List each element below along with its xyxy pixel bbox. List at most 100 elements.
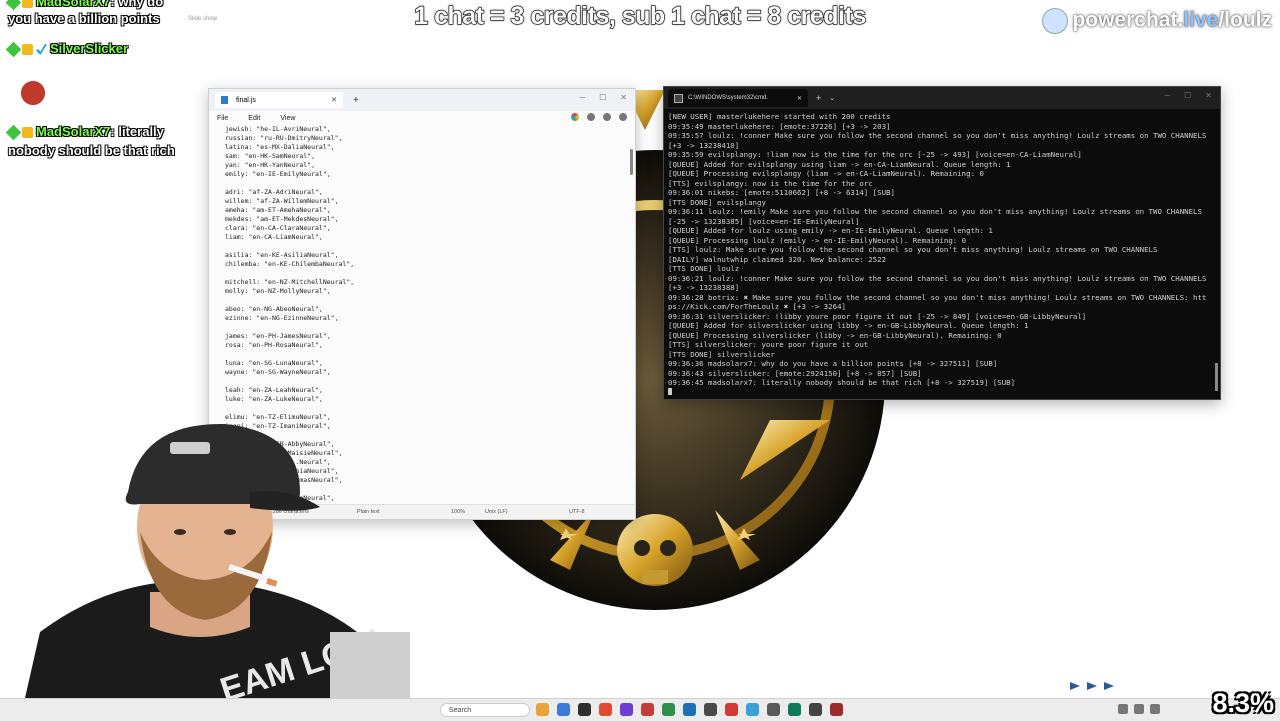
- crab-emote-icon: [14, 75, 52, 105]
- editor-line: yan: "en-HK-YanNeural",: [225, 161, 316, 169]
- terminal-line: [TTS DONE] evilsplangy: [668, 197, 766, 207]
- editor-line: asilia: "en-KE-AsiliaNeural",: [225, 251, 339, 259]
- taskbar-app-icon[interactable]: [557, 703, 570, 716]
- window-controls: ─ ☐ ✕: [579, 93, 627, 102]
- close-tab-icon[interactable]: ✕: [331, 96, 337, 104]
- taskbar-search[interactable]: Search: [440, 703, 530, 717]
- brand-bolt-icon: [1042, 8, 1069, 34]
- terminal-line: 09:36:28 botrix: ✖ Make sure you follow …: [668, 292, 1207, 312]
- new-tab-button[interactable]: +: [816, 93, 821, 103]
- terminal-line: [TTS] loulz: Make sure you follow the se…: [668, 245, 1158, 254]
- cmd-icon: [674, 93, 683, 103]
- taskbar-app-icon[interactable]: [746, 703, 759, 716]
- badge-icon: [5, 124, 22, 141]
- terminal-line: [TTS DONE] silverslicker: [668, 349, 775, 359]
- tab-final-js[interactable]: final.js ✕: [215, 92, 343, 108]
- previous-icon[interactable]: [1070, 682, 1080, 690]
- close-button[interactable]: ✕: [620, 93, 627, 102]
- volume-icon[interactable]: [1134, 704, 1144, 714]
- notepad-icon: [221, 96, 228, 104]
- terminal-line: [QUEUE] Processing loulz (emily -> en-IE…: [668, 235, 967, 245]
- editor-line: adri: "af-ZA-AdriNeural",: [225, 188, 323, 196]
- taskbar-app-icon[interactable]: [725, 703, 738, 716]
- format-icon[interactable]: [587, 113, 595, 121]
- settings-gear-icon[interactable]: [619, 113, 627, 121]
- close-tab-icon[interactable]: ✕: [797, 95, 802, 102]
- terminal-line: [TTS] evilsplangy: now is the time for t…: [668, 178, 873, 188]
- terminal-line: 09:35:49 masterlukehere: [emote:37226] […: [668, 121, 891, 131]
- taskbar-app-icon[interactable]: [620, 703, 633, 716]
- taskbar-app-icon[interactable]: [536, 703, 549, 716]
- chevron-down-icon[interactable]: ⌄: [829, 94, 835, 102]
- check-badge-icon: [36, 44, 47, 56]
- maximize-button[interactable]: ☐: [599, 93, 606, 102]
- badge-icon: [5, 41, 22, 58]
- taskbar-apps: [536, 703, 843, 716]
- notepad-titlebar: final.js ✕ + ─ ☐ ✕: [209, 89, 635, 111]
- status-line-ending: Unix (LF): [485, 509, 508, 515]
- account-icon[interactable]: [603, 113, 611, 121]
- editor-line: molly: "en-NZ-MollyNeural",: [225, 287, 331, 295]
- minimize-button[interactable]: ─: [1164, 91, 1170, 100]
- minimize-button[interactable]: ─: [579, 93, 585, 102]
- copilot-icon[interactable]: [571, 113, 579, 121]
- menu-file[interactable]: File: [217, 115, 228, 122]
- taskbar-app-icon[interactable]: [767, 703, 780, 716]
- editor-line: mitchell: "en-NZ-MitchellNeural",: [225, 278, 355, 286]
- editor-line: rosa: "en-PH-RosaNeural",: [225, 341, 323, 349]
- taskbar-app-icon[interactable]: [662, 703, 675, 716]
- chat-message-continued: nobody should be that rich: [8, 143, 175, 158]
- editor-line: emily: "en-IE-EmilyNeural",: [225, 170, 331, 178]
- taskbar: Search: [0, 698, 1280, 721]
- maximize-button[interactable]: ☐: [1184, 91, 1191, 100]
- next-icon[interactable]: [1104, 682, 1114, 690]
- terminal-titlebar: C:\WINDOWS\system32\cmd. ✕ + ⌄ ─ ☐ ✕: [664, 87, 1220, 109]
- taskbar-app-icon[interactable]: [683, 703, 696, 716]
- taskbar-app-icon[interactable]: [704, 703, 717, 716]
- crown-badge-icon: [22, 0, 33, 9]
- taskbar-app-icon[interactable]: [809, 703, 822, 716]
- menu-edit[interactable]: Edit: [248, 115, 260, 122]
- battery-icon[interactable]: [1150, 704, 1160, 714]
- terminal-line: 09:36:31 silverslicker: !libby youre poo…: [668, 311, 1087, 321]
- terminal-line: [QUEUE] Added for evilsplangy using liam…: [668, 159, 1011, 169]
- new-tab-button[interactable]: +: [353, 95, 359, 106]
- terminal-line: 09:36:01 nikebs: [emote:5110662] [+8 -> …: [668, 188, 895, 197]
- terminal-line: [NEW USER] masterlukehere started with 2…: [668, 112, 891, 121]
- editor-line: luna: "en-SG-LunaNeural",: [225, 359, 323, 367]
- terminal-scrollbar[interactable]: [1215, 363, 1218, 391]
- close-button[interactable]: ✕: [1205, 91, 1212, 100]
- notepad-toolbar: [571, 113, 627, 121]
- editor-line: ameha: "am-ET-AmehaNeural",: [225, 206, 331, 214]
- chat-message: SilverSlicker: [5, 40, 128, 58]
- system-tray: [1118, 704, 1160, 714]
- terminal-line: 09:36:11 loulz: !emily Make sure you fol…: [668, 207, 1207, 226]
- taskbar-app-icon[interactable]: [578, 703, 591, 716]
- tab-cmd[interactable]: C:\WINDOWS\system32\cmd. ✕: [668, 89, 808, 107]
- editor-line: sam: "en-HK-SamNeural",: [225, 152, 316, 160]
- terminal-output[interactable]: [NEW USER] masterlukehere started with 2…: [668, 112, 1208, 397]
- editor-scrollbar[interactable]: [630, 149, 633, 175]
- editor-line: latina: "es-MX-DaliaNeural",: [225, 143, 335, 151]
- terminal-line: 09:36:45 madsolarx7: literally nobody sh…: [668, 378, 1016, 387]
- taskbar-app-icon[interactable]: [830, 703, 843, 716]
- terminal-line: [QUEUE] Processing evilsplangy (liam -> …: [668, 169, 984, 178]
- window-controls: ─ ☐ ✕: [1164, 91, 1212, 100]
- terminal-line: 09:36:36 madsolarx7: why do you have a b…: [668, 359, 998, 368]
- menu-view[interactable]: View: [280, 115, 295, 122]
- network-icon[interactable]: [1118, 704, 1128, 714]
- terminal-line: 09:35:59 evilsplangy: !liam now is the t…: [668, 150, 1082, 159]
- terminal-line: 09:36:43 silverslicker: [emote:2924150] …: [668, 368, 922, 378]
- taskbar-app-icon[interactable]: [788, 703, 801, 716]
- editor-line: mekdes: "am-ET-MekdesNeural",: [225, 215, 339, 223]
- editor-line: james: "en-PH-JamesNeural",: [225, 332, 331, 340]
- terminal-line: 09:36:21 loulz: !conner Make sure you fo…: [668, 273, 1207, 293]
- brand-logo: powerchat.live/loulz: [1042, 8, 1272, 34]
- editor-line: clara: "en-CA-ClaraNeural",: [225, 224, 331, 232]
- taskbar-app-icon[interactable]: [599, 703, 612, 716]
- play-icon[interactable]: [1087, 682, 1097, 690]
- taskbar-app-icon[interactable]: [641, 703, 654, 716]
